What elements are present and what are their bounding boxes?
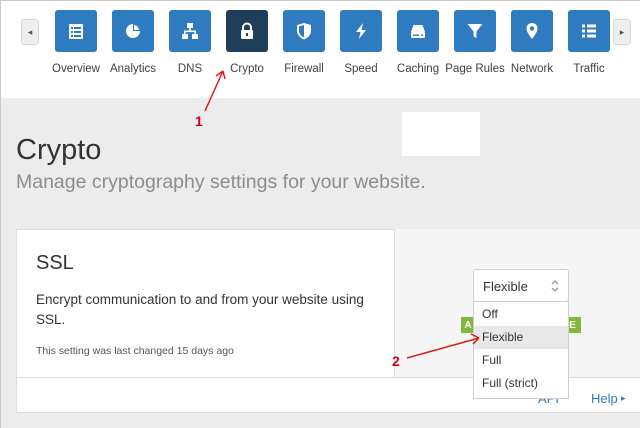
nav-prev-arrow[interactable]: ◂ bbox=[21, 19, 39, 45]
overview-icon bbox=[69, 24, 83, 39]
filter-icon bbox=[467, 24, 483, 38]
drive-icon bbox=[411, 25, 425, 38]
shield-icon bbox=[297, 23, 311, 40]
nav-next-arrow[interactable]: ▸ bbox=[613, 19, 631, 45]
page-subtitle: Manage cryptography settings for your we… bbox=[16, 171, 426, 193]
page-title: Crypto bbox=[16, 134, 102, 166]
option-full-strict[interactable]: Full (strict) bbox=[474, 372, 568, 395]
option-off[interactable]: Off bbox=[474, 303, 568, 326]
annotation-number-1: 1 bbox=[195, 113, 203, 129]
option-flexible[interactable]: Flexible bbox=[474, 326, 568, 349]
lightning-icon bbox=[356, 23, 366, 39]
list-icon bbox=[582, 24, 596, 38]
annotation-number-2: 2 bbox=[392, 353, 400, 369]
traffic-tile bbox=[568, 10, 610, 52]
overview-tile bbox=[55, 10, 97, 52]
location-icon bbox=[526, 23, 538, 39]
analytics-tile bbox=[112, 10, 154, 52]
ssl-mode-selected-value: Flexible bbox=[483, 279, 528, 294]
help-link[interactable]: Help bbox=[591, 391, 618, 406]
lock-icon bbox=[241, 22, 253, 39]
ssl-title: SSL bbox=[36, 252, 74, 274]
redaction-patch bbox=[402, 112, 480, 156]
option-full[interactable]: Full bbox=[474, 349, 568, 372]
ssl-mode-select[interactable]: Flexible bbox=[473, 269, 569, 302]
sort-caret-icon bbox=[551, 280, 559, 292]
help-arrow-icon: ▸ bbox=[621, 393, 626, 403]
speed-tile bbox=[340, 10, 382, 52]
analytics-icon bbox=[126, 24, 140, 38]
crypto-tile bbox=[226, 10, 268, 52]
ssl-description: Encrypt communication to and from your w… bbox=[36, 292, 364, 327]
dns-icon bbox=[182, 23, 198, 39]
dns-tile bbox=[169, 10, 211, 52]
top-navigation: ◂ Overview Analytics DNS Crypto Firewall… bbox=[1, 1, 640, 98]
ssl-last-changed: This setting was last changed 15 days ag… bbox=[36, 345, 234, 357]
caching-tile bbox=[397, 10, 439, 52]
nav-label-traffic: Traffic bbox=[573, 63, 605, 75]
firewall-tile bbox=[283, 10, 325, 52]
page-rules-tile bbox=[454, 10, 496, 52]
network-tile bbox=[511, 10, 553, 52]
ssl-mode-options: Off Flexible Full Full (strict) bbox=[473, 301, 569, 399]
